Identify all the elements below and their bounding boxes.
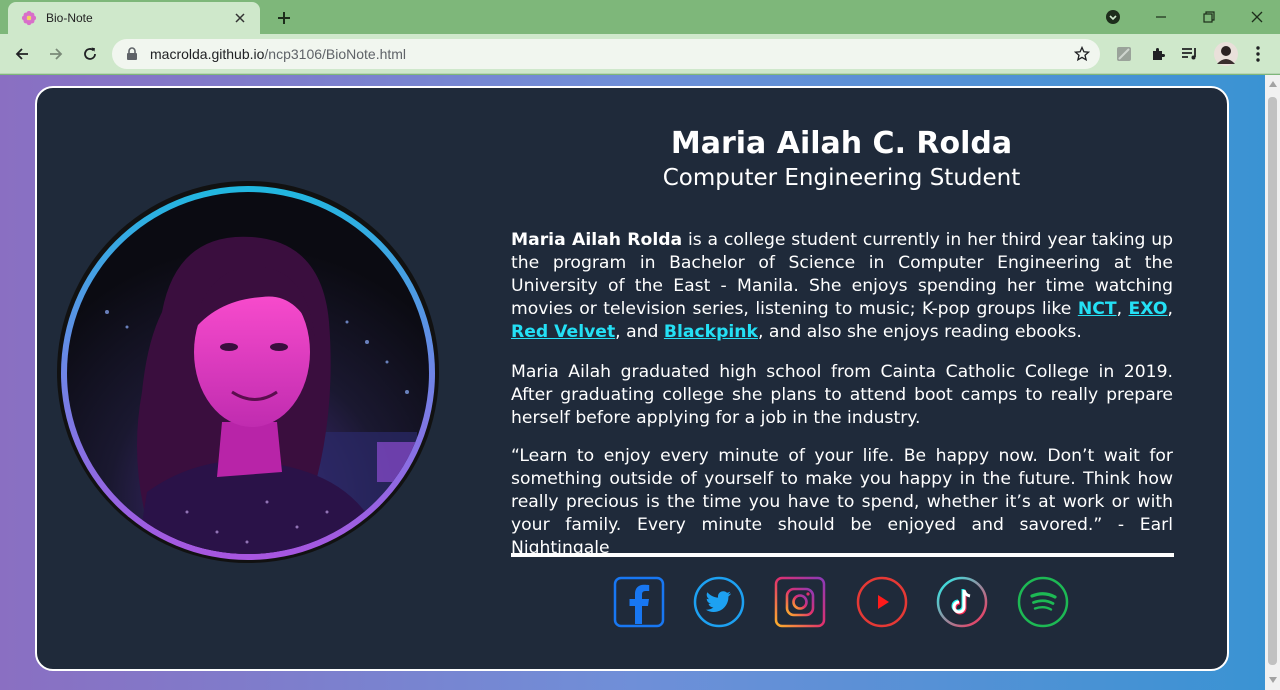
bio-quote: “Learn to enjoy every minute of your lif…	[511, 446, 1173, 558]
media-queue-icon[interactable]	[1178, 42, 1202, 66]
url-host: macrolda.github.io	[150, 46, 265, 62]
link-exo[interactable]: EXO	[1129, 299, 1168, 319]
tiktok-link[interactable]	[936, 576, 988, 628]
bio-sep-2: ,	[1167, 299, 1173, 319]
close-window-icon[interactable]	[1234, 0, 1280, 34]
profile-photo	[61, 186, 435, 560]
new-tab-button[interactable]	[272, 6, 296, 30]
twitter-icon	[693, 576, 745, 628]
bookmark-star-icon[interactable]	[1072, 44, 1092, 64]
social-links	[613, 576, 1073, 628]
tiktok-icon	[936, 576, 988, 628]
reload-icon[interactable]	[78, 42, 102, 66]
scroll-thumb[interactable]	[1268, 97, 1277, 665]
menu-kebab-icon[interactable]	[1246, 42, 1270, 66]
profile-photo-image	[67, 192, 429, 554]
extensions-puzzle-icon[interactable]	[1146, 42, 1170, 66]
bio-name-bold: Maria Ailah Rolda	[511, 230, 683, 250]
link-nct[interactable]: NCT	[1078, 299, 1117, 319]
bio-card: Maria Ailah C. Rolda Computer Engineerin…	[35, 86, 1229, 671]
bio-sep-3: , and	[615, 322, 664, 342]
facebook-icon	[613, 576, 665, 628]
link-blackpink[interactable]: Blackpink	[664, 322, 758, 342]
spotify-icon	[1017, 576, 1069, 628]
forward-arrow-icon[interactable]	[44, 42, 68, 66]
browser-toolbar: macrolda.github.io/ncp3106/BioNote.html	[0, 34, 1280, 74]
tab-close-icon[interactable]	[230, 8, 250, 28]
minimize-icon[interactable]	[1138, 0, 1184, 34]
tab-search-icon[interactable]	[1090, 0, 1136, 34]
page-viewport: Maria Ailah C. Rolda Computer Engineerin…	[0, 75, 1265, 690]
bio-paragraph-intro: Maria Ailah Rolda is a college student c…	[511, 229, 1173, 344]
restore-icon[interactable]	[1186, 0, 1232, 34]
url-text: macrolda.github.io/ncp3106/BioNote.html	[150, 46, 406, 62]
page-scrollbar[interactable]	[1265, 75, 1280, 690]
twitter-link[interactable]	[693, 576, 745, 628]
lock-icon[interactable]	[124, 46, 140, 62]
link-red-velvet[interactable]: Red Velvet	[511, 322, 615, 342]
tab-title: Bio-Note	[46, 11, 93, 25]
spotify-link[interactable]	[1017, 576, 1069, 628]
instagram-link[interactable]	[774, 576, 826, 628]
youtube-icon	[856, 576, 908, 628]
profile-name: Maria Ailah C. Rolda	[670, 126, 1013, 161]
profile-avatar[interactable]	[1212, 40, 1240, 68]
youtube-link[interactable]	[856, 576, 908, 628]
tab-strip: Bio-Note	[0, 0, 1280, 34]
facebook-link[interactable]	[613, 576, 665, 628]
browser-tab[interactable]: Bio-Note	[8, 2, 260, 34]
divider	[511, 553, 1174, 557]
address-bar[interactable]: macrolda.github.io/ncp3106/BioNote.html	[112, 39, 1100, 69]
scroll-up-arrow-icon[interactable]	[1268, 79, 1277, 89]
bio-sep-1: ,	[1116, 299, 1129, 319]
flower-favicon-icon	[20, 9, 38, 27]
instagram-icon	[774, 576, 826, 628]
scroll-down-arrow-icon[interactable]	[1268, 675, 1277, 685]
bio-paragraph-education: Maria Ailah graduated high school from C…	[511, 362, 1173, 428]
profile-title: Computer Engineering Student	[662, 165, 1021, 191]
extension-icon[interactable]	[1112, 42, 1136, 66]
back-arrow-icon[interactable]	[10, 42, 34, 66]
bio-intro-end: , and also she enjoys reading ebooks.	[757, 322, 1082, 342]
url-path: /ncp3106/BioNote.html	[264, 46, 407, 62]
